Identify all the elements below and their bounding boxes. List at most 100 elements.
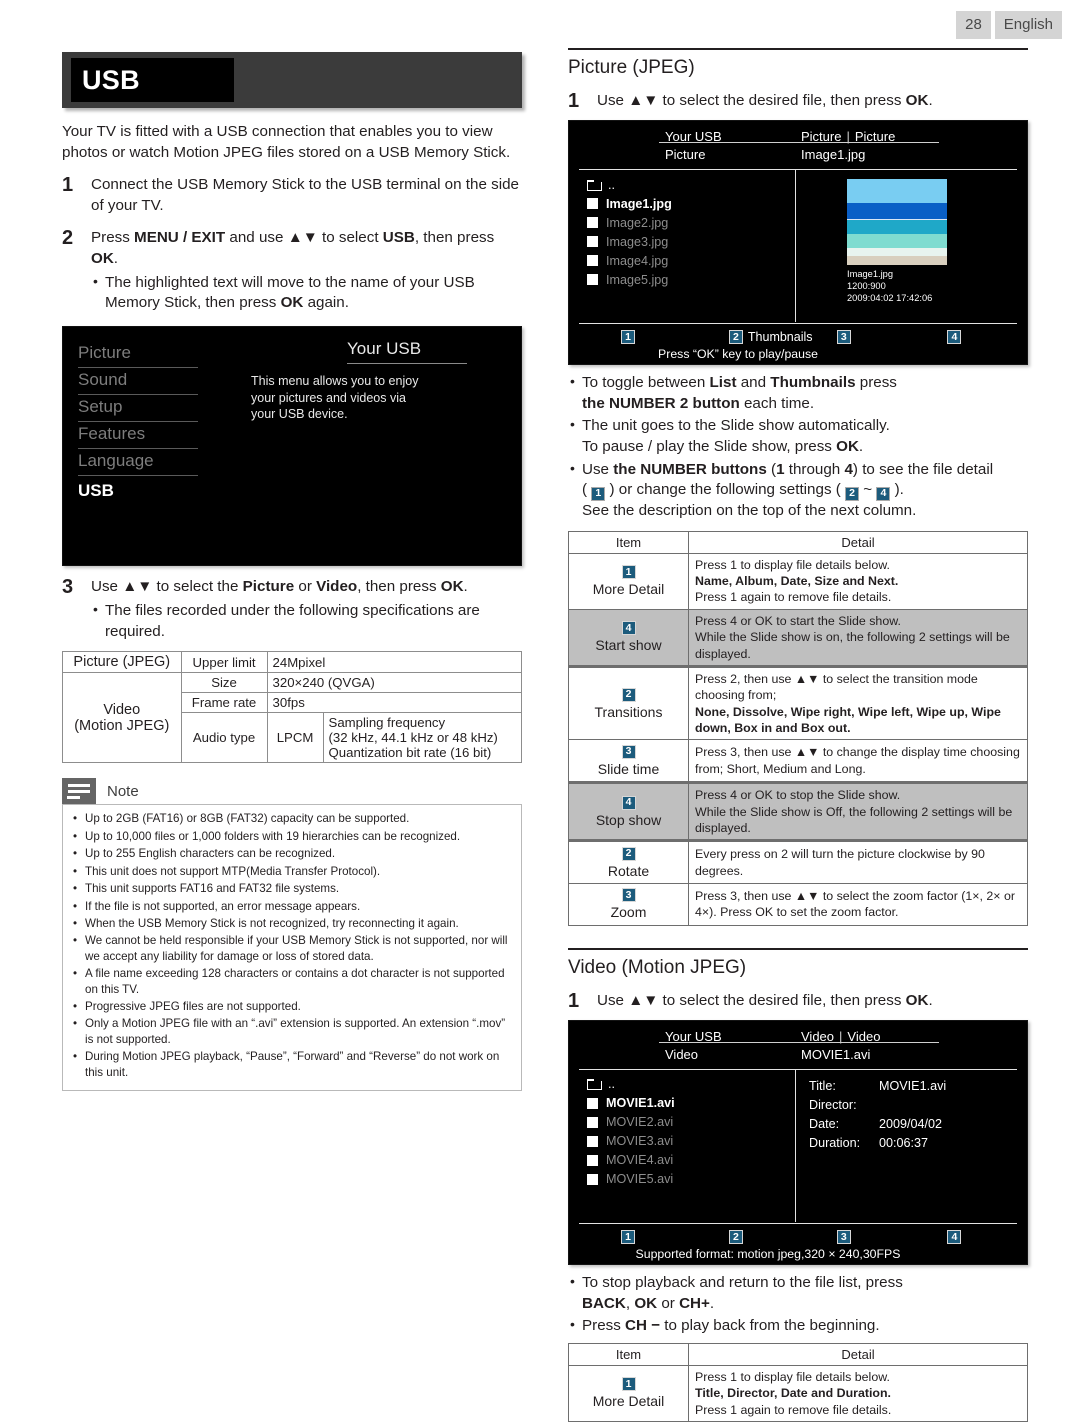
tv-menu-item-language[interactable]: Language [78,449,198,477]
tv-menu-item-features[interactable]: Features [78,422,198,450]
list-item[interactable]: MOVIE5.avi [587,1170,787,1189]
item-zoom: 3 Zoom [568,883,689,926]
folder-icon [587,179,602,191]
table-row: Video (Motion JPEG) Size 320×240 (QVGA) [62,672,523,764]
item-rotate: 2 Rotate [568,839,689,885]
picture-step-1-text: Use ▲▼ to select the desired file, then … [597,92,933,109]
list-item[interactable]: MOVIE1.avi [587,1094,787,1113]
divider [795,170,796,322]
video-folder-label: Video [665,1046,699,1062]
folder-icon [587,1079,602,1091]
detail-line: While the Slide show is Off, the followi… [695,804,1013,835]
intro-paragraph: Your TV is fitted with a USB connection … [62,123,511,161]
picture-folder-label: Picture [665,147,706,162]
file-name: MOVIE4.avi [606,1153,674,1168]
picture-color-key-bar: 1 2 Thumbnails 3 4 [569,330,1027,344]
key-slot-3[interactable]: 3 [836,1229,948,1244]
number-key-3-icon[interactable]: 3 [836,330,851,344]
item-label: Transitions [594,703,663,720]
key-slot-1[interactable]: 1 [621,1229,729,1244]
detail-more-detail: Press 1 to display file details below. T… [688,1364,1028,1422]
detail-transitions: Press 2, then use ▲▼ to select the trans… [688,664,1028,741]
tv-menu-item-usb[interactable]: USB [78,476,198,505]
number-key-4-icon: 4 [621,795,636,810]
list-item: To stop playback and return to the file … [568,1272,1028,1314]
picture-step-1-number: 1 [568,90,580,112]
table-header-row: Item Detail [568,1342,1028,1366]
file-name: MOVIE5.avi [606,1172,674,1187]
video-step-1: 1 Use ▲▼ to select the desired file, the… [568,990,1028,1012]
note-title: Note [107,782,139,800]
number-key-1-icon[interactable]: 1 [621,1229,635,1244]
list-item: This unit does not support MTP(Media Tra… [71,864,513,880]
list-item: A file name exceeding 128 characters or … [71,966,513,997]
item-label: Zoom [610,904,647,921]
detail-start-show: Press 4 or OK to start the Slide show. W… [688,608,1028,667]
spec-value-upper-limit: 24Mpixel [266,651,523,674]
table-row: 1 More Detail Press 1 to display file de… [568,1364,1028,1422]
note-header: Note [62,778,522,806]
item-stop-show: 4 Stop show [568,781,689,842]
list-item[interactable]: Image2.jpg [587,213,787,232]
list-item: Only a Motion JPEG file with an “.avi” e… [71,1016,513,1047]
number-key-2-icon[interactable]: 2 [728,330,743,344]
key-slot-2[interactable]: 2 [728,1229,837,1244]
picture-file-list: .. Image1.jpg Image2.jpg Image3.jpg Imag… [587,175,787,289]
divider [579,323,1017,324]
list-item[interactable]: MOVIE4.avi [587,1151,787,1170]
list-item: We cannot be held responsible if your US… [71,933,513,964]
key-slot-4[interactable]: 4 [947,330,1027,344]
list-item[interactable]: Image4.jpg [587,251,787,270]
table-row: 3 Slide time Press 3, then use ▲▼ to cha… [568,739,1028,784]
note-box: Up to 2GB (FAT16) or 8GB (FAT32) capacit… [62,805,522,1091]
key-slot-2[interactable]: 2 Thumbnails [728,330,837,344]
list-item-parent[interactable]: .. [587,1075,787,1094]
list-item[interactable]: Image1.jpg [587,194,787,213]
number-key-3-icon[interactable]: 3 [836,1229,851,1244]
detail-line: While the Slide show is on, the followin… [695,630,1010,661]
header-underline [659,142,939,143]
step-1: 1 Connect the USB Memory Stick to the US… [62,174,522,217]
item-slide-time: 3 Slide time [568,739,689,784]
page-badges: 28 English [956,11,1062,39]
metadata-key: Date: [809,1116,840,1131]
number-key-1-icon[interactable]: 1 [621,330,635,344]
step-1-text: Connect the USB Memory Stick to the USB … [91,175,519,214]
number-key-4-icon[interactable]: 4 [947,1229,962,1244]
tv-menu-item-setup[interactable]: Setup [78,395,198,423]
file-icon [587,1116,598,1128]
picture-step-1: 1 Use ▲▼ to select the desired file, the… [568,91,1028,112]
column-header-item: Item [568,530,689,554]
list-item[interactable]: Image3.jpg [587,232,787,251]
tv-menu-item-picture[interactable]: Picture [78,341,198,369]
file-name: MOVIE1.avi [606,1096,675,1111]
detail-stop-show: Press 4 or OK to stop the Slide show. Wh… [688,781,1028,842]
item-label: More Detail [592,581,665,598]
number-key-4-icon: 4 [621,621,636,636]
number-key-2-icon: 2 [621,846,636,861]
tv-menu-item-sound[interactable]: Sound [78,368,198,396]
list-item[interactable]: MOVIE2.avi [587,1113,787,1132]
language-badge: English [994,11,1062,39]
list-item[interactable]: MOVIE3.avi [587,1132,787,1151]
key-slot-3[interactable]: 3 [836,330,948,344]
picture-preview-panel: Image1.jpg 1200:900 2009:04:02 17:42:06 [847,179,947,305]
divider [795,1069,796,1222]
number-key-3-icon: 3 [621,888,636,903]
metadata-row: Director: [809,1096,946,1115]
picture-preview-metadata: Image1.jpg 1200:900 2009:04:02 17:42:06 [847,269,947,305]
number-key-4-icon[interactable]: 4 [947,330,962,344]
detail-line: Press 1 again to remove file details. [695,1402,892,1417]
divider [579,1068,1017,1070]
table-header-row: Item Detail [568,530,1028,554]
parent-label: .. [608,1077,615,1092]
key-slot-1[interactable]: 1 [621,330,729,344]
list-item[interactable]: Image5.jpg [587,270,787,289]
file-icon [587,1173,598,1185]
item-start-show: 4 Start show [568,608,689,667]
number-key-2-icon[interactable]: 2 [728,1229,743,1244]
list-item-parent[interactable]: .. [587,175,787,194]
file-name: MOVIE2.avi [606,1115,674,1130]
metadata-row: Duration: 00:06:37 [809,1134,946,1153]
key-slot-4[interactable]: 4 [947,1229,1027,1244]
